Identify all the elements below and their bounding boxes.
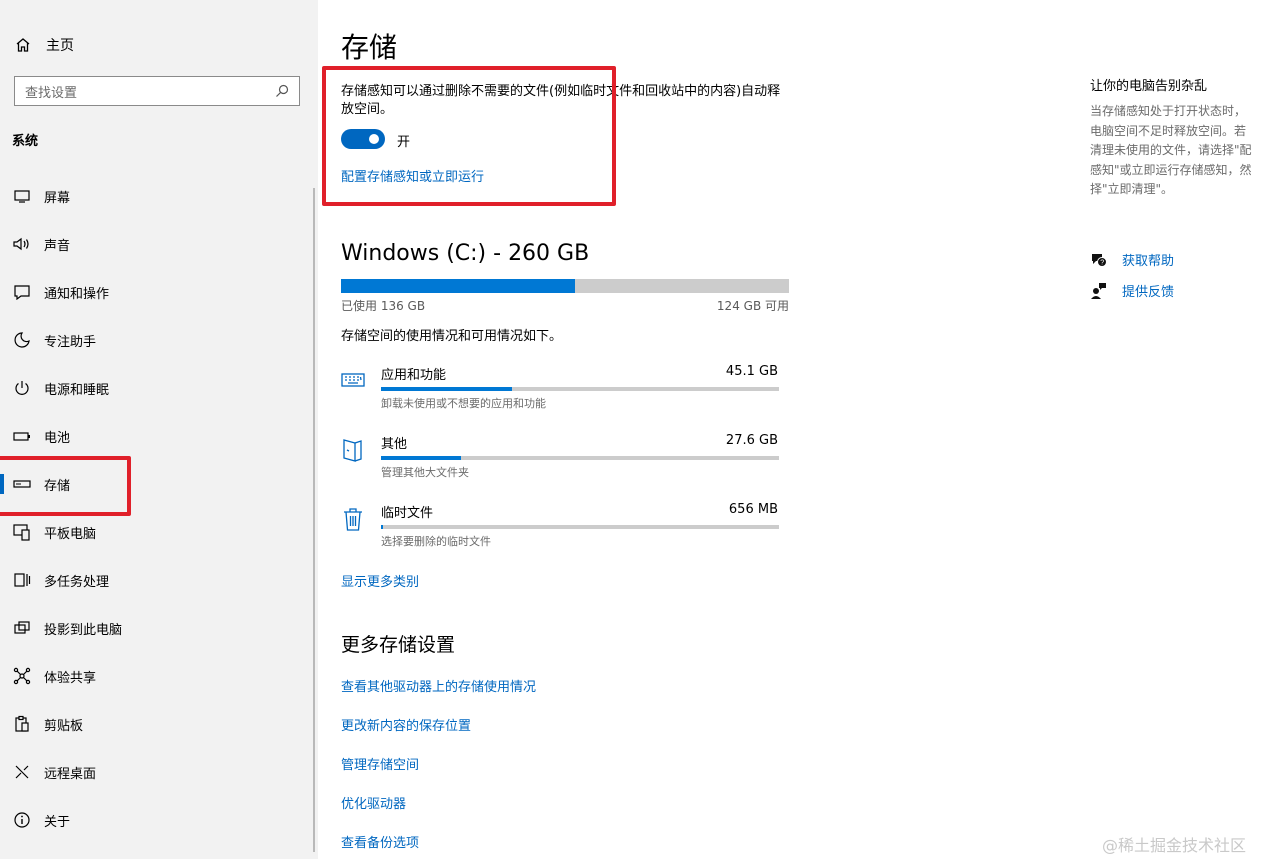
sidebar-item-label: 通知和操作	[44, 286, 110, 302]
used-space-label: 已使用 136 GB	[341, 299, 426, 313]
speaker-icon	[12, 235, 32, 253]
category-apps[interactable]: 应用和功能 45.1 GB 卸载未使用或不想要的应用和功能	[341, 364, 781, 424]
sidebar-item-sound[interactable]: 声音	[0, 226, 310, 262]
category-name: 应用和功能	[381, 368, 447, 383]
sidebar-item-project[interactable]: 投影到此电脑	[0, 610, 310, 646]
sidebar-item-label: 电池	[44, 430, 71, 446]
sidebar-item-focus-assist[interactable]: 专注助手	[0, 322, 310, 358]
sidebar-item-label: 关于	[44, 814, 71, 830]
apps-keyboard-icon	[341, 368, 365, 392]
category-description: 管理其他大文件夹	[381, 466, 469, 479]
home-link[interactable]: 主页	[14, 34, 74, 56]
search-input[interactable]: 查找设置	[14, 76, 300, 106]
show-more-categories-link[interactable]: 显示更多类别	[341, 571, 419, 590]
sidebar-item-display[interactable]: 屏幕	[0, 178, 310, 214]
sidebar-item-battery[interactable]: 电池	[0, 418, 310, 454]
category-name: 其他	[381, 437, 408, 452]
side-panel-title: 让你的电脑告别杂乱	[1090, 79, 1208, 94]
category-description: 卸载未使用或不想要的应用和功能	[381, 397, 546, 410]
info-icon	[12, 811, 32, 829]
page-title: 存储	[341, 31, 398, 64]
category-temp-files[interactable]: 临时文件 656 MB 选择要删除的临时文件	[341, 502, 781, 562]
drive-title: Windows (C:) - 260 GB	[341, 241, 590, 266]
tablet-icon	[12, 523, 32, 541]
sidebar-item-label: 电源和睡眠	[44, 382, 110, 398]
multitask-icon	[12, 571, 32, 589]
search-icon	[276, 84, 289, 97]
sidebar-item-label: 多任务处理	[44, 574, 110, 590]
more-settings-link-other-drives[interactable]: 查看其他驱动器上的存储使用情况	[341, 676, 536, 695]
sidebar-item-power[interactable]: 电源和睡眠	[0, 370, 310, 406]
category-usage-fill	[381, 456, 461, 460]
side-panel-description: 当存储感知处于打开状态时， 电脑空间不足时释放空间。若 清理未使用的文件，请选择…	[1090, 104, 1252, 196]
category-usage-bar	[381, 525, 779, 529]
available-space-label: 124 GB 可用	[716, 299, 789, 313]
feedback-person-icon	[1090, 282, 1110, 300]
sidebar-item-label: 剪贴板	[44, 718, 84, 734]
category-size: 45.1 GB	[725, 364, 778, 379]
category-usage-bar	[381, 456, 779, 460]
sidebar-item-label: 平板电脑	[44, 526, 97, 542]
home-icon	[16, 38, 30, 52]
category-usage-bar	[381, 387, 779, 391]
highlight-box	[0, 456, 131, 516]
moon-icon	[12, 331, 32, 349]
sidebar-item-label: 声音	[44, 238, 71, 254]
category-description: 选择要删除的临时文件	[381, 535, 491, 548]
sidebar-item-label: 屏幕	[44, 190, 71, 206]
sidebar: 主页 查找设置 系统 屏幕 声音 通知和操作 专注助手 电源和睡眠 电池 存储 …	[0, 0, 318, 859]
section-label: 系统	[12, 134, 39, 149]
give-feedback-label: 提供反馈	[1122, 285, 1175, 300]
category-other[interactable]: 其他 27.6 GB 管理其他大文件夹	[341, 433, 781, 493]
category-name: 临时文件	[381, 506, 434, 521]
highlight-box	[322, 66, 616, 206]
power-icon	[12, 379, 32, 397]
help-chat-icon: ?	[1090, 252, 1110, 268]
sidebar-item-clipboard[interactable]: 剪贴板	[0, 706, 310, 742]
get-help-label: 获取帮助	[1122, 254, 1175, 269]
remote-icon	[12, 763, 32, 781]
sidebar-scrollbar[interactable]	[313, 188, 315, 852]
more-settings-link-save-location[interactable]: 更改新内容的保存位置	[341, 715, 471, 734]
get-help-link[interactable]: ? 获取帮助	[1090, 250, 1174, 269]
display-icon	[12, 187, 32, 205]
sidebar-item-tablet[interactable]: 平板电脑	[0, 514, 310, 550]
sidebar-item-label: 专注助手	[44, 334, 97, 350]
sidebar-item-multitasking[interactable]: 多任务处理	[0, 562, 310, 598]
search-placeholder: 查找设置	[25, 85, 78, 101]
category-usage-fill	[381, 525, 384, 529]
drive-usage-bar	[341, 279, 789, 293]
more-settings-link-backup[interactable]: 查看备份选项	[341, 832, 419, 851]
notification-icon	[12, 283, 32, 301]
sidebar-item-remote-desktop[interactable]: 远程桌面	[0, 754, 310, 790]
other-files-icon	[341, 437, 365, 462]
svg-text:?: ?	[1100, 259, 1104, 266]
sidebar-item-label: 远程桌面	[44, 766, 97, 782]
clipboard-icon	[12, 715, 32, 733]
sidebar-item-notifications[interactable]: 通知和操作	[0, 274, 310, 310]
usage-description: 存储空间的使用情况和可用情况如下。	[341, 329, 563, 344]
sidebar-item-shared-experiences[interactable]: 体验共享	[0, 658, 310, 694]
more-settings-title: 更多存储设置	[341, 634, 456, 656]
trash-icon	[341, 506, 365, 531]
drive-usage-fill	[341, 279, 576, 293]
more-settings-link-optimize-drives[interactable]: 优化驱动器	[341, 793, 406, 812]
category-usage-fill	[381, 387, 513, 391]
category-size: 656 MB	[728, 502, 778, 517]
watermark: @稀土掘金技术社区	[1102, 836, 1247, 855]
sidebar-item-label: 体验共享	[44, 670, 97, 686]
home-label: 主页	[46, 38, 74, 54]
category-size: 27.6 GB	[725, 433, 778, 448]
sidebar-item-about[interactable]: 关于	[0, 802, 310, 838]
project-icon	[12, 619, 32, 637]
battery-icon	[12, 427, 32, 445]
more-settings-link-storage-spaces[interactable]: 管理存储空间	[341, 754, 419, 773]
give-feedback-link[interactable]: 提供反馈	[1090, 281, 1174, 300]
sidebar-item-label: 投影到此电脑	[44, 622, 123, 638]
share-icon	[12, 667, 32, 685]
